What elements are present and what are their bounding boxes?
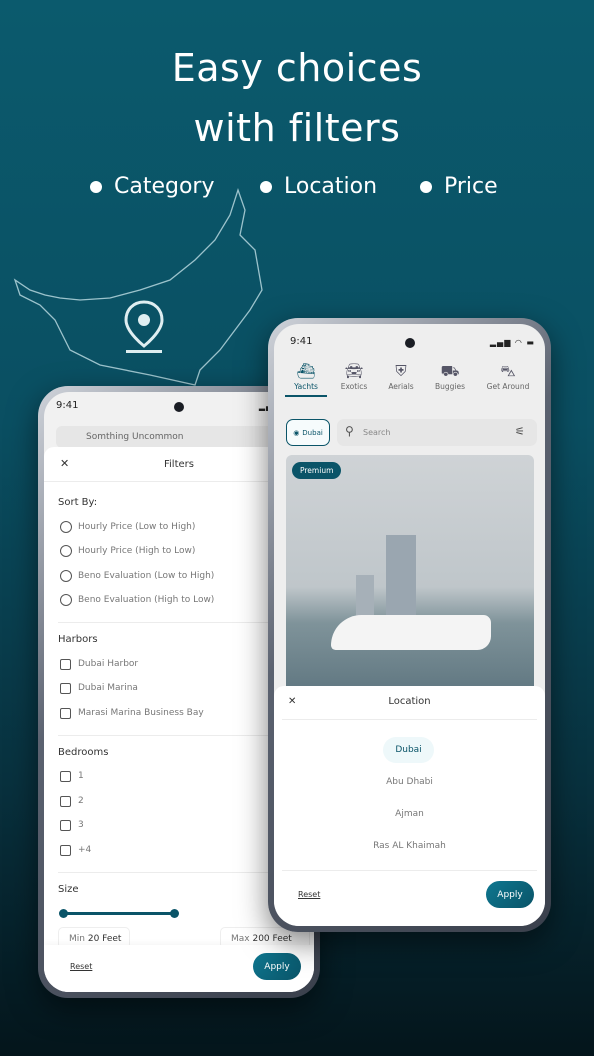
car-front-icon: ⛍ — [500, 362, 516, 380]
filter-sliders-icon[interactable]: ⚟ — [515, 425, 525, 438]
location-pin-icon — [124, 300, 164, 353]
location-option-selected[interactable]: Dubai — [383, 737, 434, 763]
search-input[interactable]: ⚲ Search ⚟ — [337, 419, 537, 446]
tab-exotics[interactable]: 🚘︎ Exotics — [329, 362, 379, 391]
size-label: Size — [58, 884, 79, 895]
location-phone: 9:41 ▂▄▆ ◠ ▬ ⛴ Yachts 🚘︎ Exotics ⛨ Aerials … — [268, 318, 551, 932]
search-icon: ⚲ — [345, 424, 354, 438]
sheet-title: Location — [388, 696, 431, 707]
helicopter-icon: ⛨ — [395, 362, 407, 380]
yacht-shape — [331, 615, 491, 650]
headline-line2: with filters — [193, 106, 401, 150]
premium-badge: Premium — [292, 462, 342, 479]
status-time: 9:41 — [290, 336, 313, 347]
buggy-icon: ⛟ — [440, 362, 460, 380]
slider-max-handle[interactable] — [170, 909, 179, 918]
location-pin-icon: ◉ — [293, 428, 300, 437]
yacht-image[interactable]: Premium — [286, 455, 534, 695]
slider-min-handle[interactable] — [59, 909, 68, 918]
location-option[interactable]: Ajman — [274, 809, 545, 819]
list-item-title: Somthing Uncommon — [86, 432, 184, 442]
location-sheet: ✕ Location Dubai Abu Dhabi Ajman Ras AL … — [274, 686, 545, 926]
bullet-label: Location — [284, 174, 378, 199]
apply-button[interactable]: Apply — [486, 881, 534, 908]
harbors-label: Harbors — [58, 634, 98, 645]
sheet-footer: Reset Apply — [44, 945, 314, 992]
location-option[interactable]: Ras AL Khaimah — [274, 841, 545, 851]
uae-map-outline — [13, 187, 263, 386]
status-bar: 9:41 ▂▄▆ ◠ ▬ — [274, 336, 545, 352]
tab-yachts[interactable]: ⛴ Yachts — [281, 362, 331, 397]
reset-button[interactable]: Reset — [298, 890, 320, 899]
camera-icon — [174, 402, 184, 412]
yacht-icon: ⛴ — [296, 362, 316, 380]
car-icon: 🚘︎ — [344, 362, 364, 380]
bullet-price: Price — [420, 174, 498, 199]
tab-buggies[interactable]: ⛟ Buggies — [425, 362, 475, 391]
headline-line1: Easy choices — [171, 46, 423, 90]
apply-button[interactable]: Apply — [253, 953, 301, 980]
status-time: 9:41 — [56, 400, 79, 411]
sort-by-label: Sort By: — [58, 497, 98, 508]
reset-button[interactable]: Reset — [70, 962, 92, 971]
signal-wifi-battery-icon: ▂▄▆ ◠ ▬ — [489, 338, 535, 347]
size-range-slider[interactable] — [59, 909, 179, 918]
camera-icon — [404, 338, 415, 348]
location-screen: 9:41 ▂▄▆ ◠ ▬ ⛴ Yachts 🚘︎ Exotics ⛨ Aerials … — [274, 324, 545, 926]
location-option[interactable]: Abu Dhabi — [274, 777, 545, 787]
bedrooms-label: Bedrooms — [58, 747, 109, 758]
bullet-label: Price — [444, 174, 498, 199]
tab-aerials[interactable]: ⛨ Aerials — [376, 362, 426, 391]
location-chip[interactable]: ◉ Dubai — [286, 419, 330, 446]
tab-get-around[interactable]: ⛍ Get Around — [483, 362, 533, 391]
